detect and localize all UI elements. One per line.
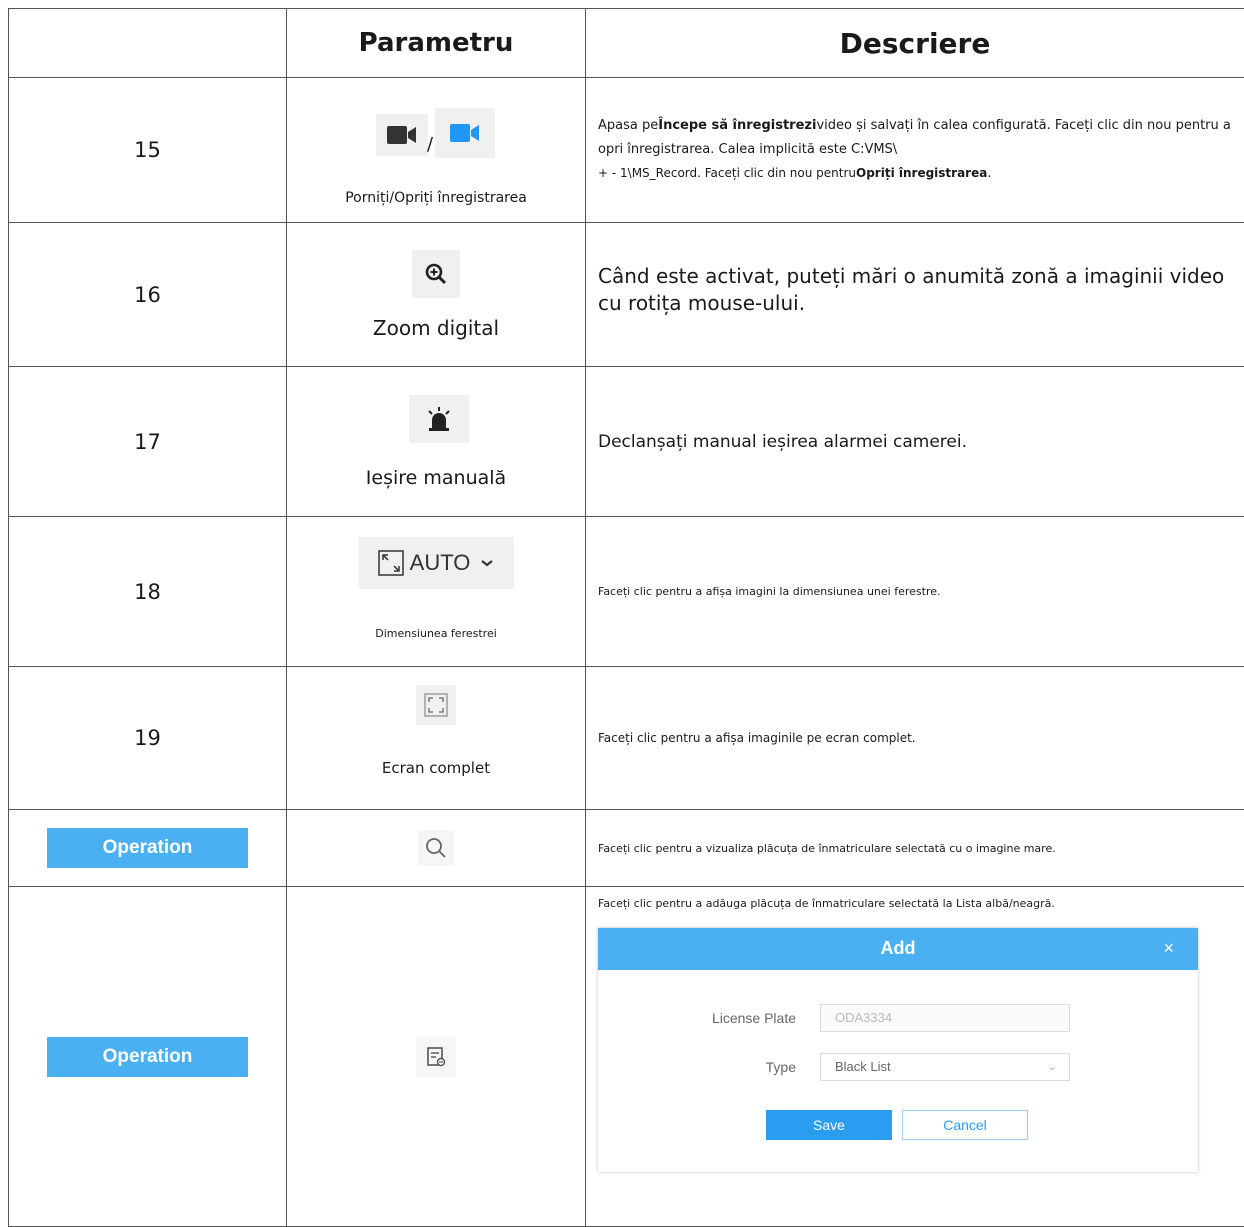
table-row: 16 Zoom digital Când este activat, puteț… <box>9 223 1244 367</box>
list-edit-icon[interactable] <box>416 1037 456 1077</box>
table-row: 19 Ecran complet Faceți clic pentru a af… <box>9 667 1244 810</box>
header-descriere: Descriere <box>586 9 1244 78</box>
table-row: 15 / Porniți/Opriți înregistrarea Apasa … <box>9 78 1244 223</box>
license-plate-row: License Plate ODA3334 <box>598 1004 1198 1032</box>
description-cell: Declanșați manual ieșirea alarmei camere… <box>586 367 1244 517</box>
param-cell: / Porniți/Opriți înregistrarea <box>287 78 586 223</box>
add-dialog: Add × License Plate ODA3334 Type Black L… <box>598 928 1198 1172</box>
desc-text: . <box>987 166 991 181</box>
description-cell: Când este activat, puteți mări o anumită… <box>586 223 1244 367</box>
camera-blue-icon[interactable] <box>435 108 495 158</box>
window-size-value: AUTO <box>410 550 471 576</box>
save-button[interactable]: Save <box>766 1110 892 1140</box>
header-row: Parametru Descriere <box>9 9 1244 78</box>
table-row: Operation Faceți clic pentru a adăuga pl… <box>9 887 1244 1227</box>
dialog-header: Add × <box>598 928 1198 970</box>
search-icon[interactable] <box>418 830 454 866</box>
desc-text: Faceți clic pentru a adăuga plăcuța de î… <box>598 897 1234 910</box>
operation-cell: Operation <box>9 887 287 1227</box>
type-row: Type Black List ⌄ <box>598 1053 1198 1081</box>
description-cell: Faceți clic pentru a afișa imaginile pe … <box>586 667 1244 810</box>
desc-bold-start: Începe să înregistrezi <box>658 118 816 133</box>
chevron-down-icon: ⌄ <box>1048 1054 1057 1080</box>
description-cell: Faceți clic pentru a adăuga plăcuța de î… <box>586 887 1244 1227</box>
alarm-siren-icon[interactable] <box>409 395 469 443</box>
record-separator: / <box>427 134 433 155</box>
param-cell: Ecran complet <box>287 667 586 810</box>
param-cell <box>287 887 586 1227</box>
row-number: 16 <box>9 223 287 367</box>
desc-text: Apasa pe <box>598 118 658 133</box>
parameter-table: Parametru Descriere 15 / Porniți/Opriți … <box>8 8 1244 1227</box>
zoom-in-icon[interactable] <box>412 250 460 298</box>
type-select-value: Black List <box>835 1059 891 1074</box>
close-icon[interactable]: × <box>1163 928 1174 968</box>
dialog-title: Add <box>881 938 916 958</box>
desc-text: + - 1\MS_Record. Faceți clic din nou pen… <box>598 166 856 180</box>
license-plate-label: License Plate <box>598 1004 796 1032</box>
param-cell: Zoom digital <box>287 223 586 367</box>
window-size-icon <box>378 550 404 576</box>
operation-button[interactable]: Operation <box>47 1037 248 1077</box>
row-number: 17 <box>9 367 287 517</box>
fullscreen-icon[interactable] <box>416 685 456 725</box>
chevron-down-icon <box>480 558 494 568</box>
header-empty <box>9 9 287 78</box>
param-label: Zoom digital <box>287 316 585 340</box>
type-label: Type <box>598 1053 796 1081</box>
param-label: Dimensiunea ferestrei <box>287 627 585 640</box>
param-cell: Ieșire manuală <box>287 367 586 517</box>
type-select[interactable]: Black List ⌄ <box>820 1053 1070 1081</box>
param-cell <box>287 810 586 887</box>
table-row: Operation Faceți clic pentru a vizualiza… <box>9 810 1244 887</box>
table-row: 17 Ieșire manuală Declanșați manual ieși… <box>9 367 1244 517</box>
desc-bold-stop: Opriți înregistrarea <box>856 166 987 180</box>
window-size-dropdown[interactable]: AUTO <box>359 537 514 589</box>
param-cell: AUTO Dimensiunea ferestrei <box>287 517 586 667</box>
row-number: 18 <box>9 517 287 667</box>
description-cell: Faceți clic pentru a afișa imagini la di… <box>586 517 1244 667</box>
param-label: Ecran complet <box>287 759 585 777</box>
description-cell: Faceți clic pentru a vizualiza plăcuța d… <box>586 810 1244 887</box>
license-plate-input[interactable]: ODA3334 <box>820 1004 1070 1032</box>
description-cell: Apasa peÎncepe să înregistrezivideo și s… <box>586 78 1244 223</box>
operation-button[interactable]: Operation <box>47 828 248 868</box>
param-label: Porniți/Opriți înregistrarea <box>287 190 585 206</box>
row-number: 15 <box>9 78 287 223</box>
row-number: 19 <box>9 667 287 810</box>
cancel-button[interactable]: Cancel <box>902 1110 1028 1140</box>
table-row: 18 AUTO Dimensiunea ferestrei Faceți cli… <box>9 517 1244 667</box>
operation-cell: Operation <box>9 810 287 887</box>
header-parametru: Parametru <box>287 9 586 78</box>
param-label: Ieșire manuală <box>287 467 585 489</box>
camera-dark-icon[interactable] <box>376 114 428 156</box>
